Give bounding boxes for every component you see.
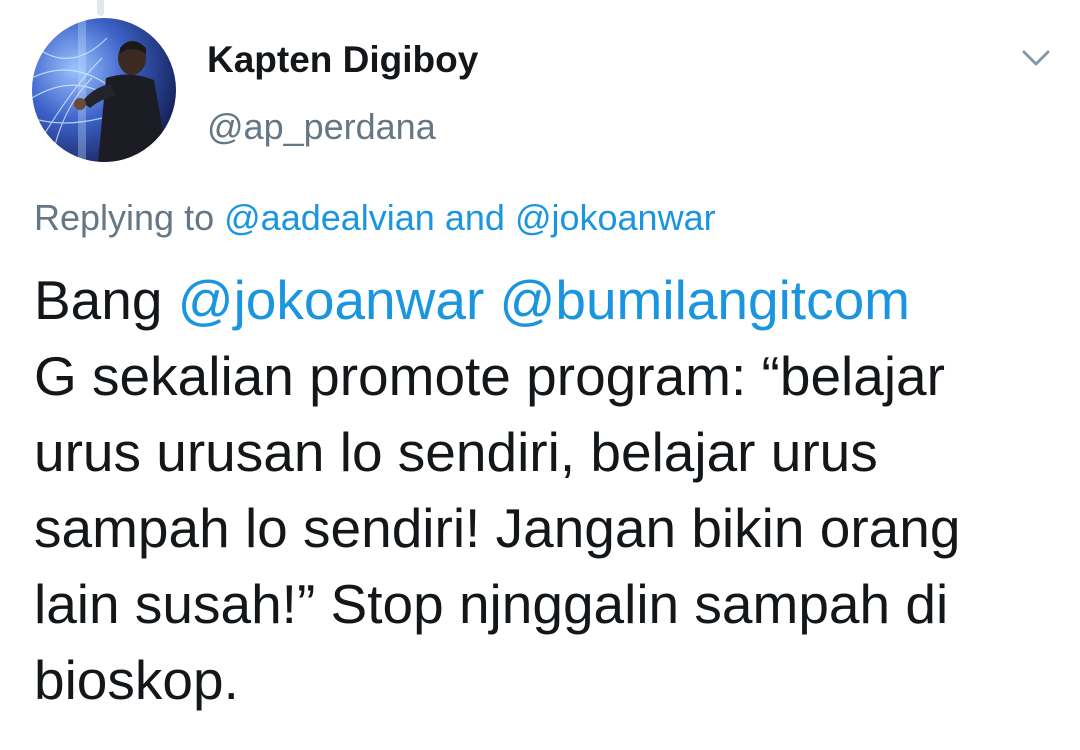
avatar-photo-icon xyxy=(32,18,176,162)
tweet-line-4: sampah lo sendiri! Jangan bikin orang xyxy=(34,497,961,559)
replying-to-line: Replying to @aadealvian and @jokoanwar xyxy=(34,196,716,240)
tweet-mention-bumilangitcom[interactable]: @bumilangitcom xyxy=(500,269,910,331)
author-display-name[interactable]: Kapten Digiboy xyxy=(207,38,478,82)
chevron-down-icon[interactable] xyxy=(1015,42,1057,74)
reply-mention-aadealvian[interactable]: @aadealvian xyxy=(224,197,435,238)
thread-connector-line xyxy=(97,0,104,16)
tweet-mention-jokoanwar[interactable]: @jokoanwar xyxy=(178,269,485,331)
tweet-line-5: lain susah!” Stop njnggalin sampah di xyxy=(34,573,949,635)
tweet-line-2: G sekalian promote program: “belajar xyxy=(34,345,945,407)
author-handle[interactable]: @ap_perdana xyxy=(207,106,436,148)
avatar[interactable] xyxy=(32,18,176,162)
tweet-word-bang: Bang xyxy=(34,269,163,331)
tweet-line-6: bioskop. xyxy=(34,649,239,711)
tweet-line-3: urus urusan lo sendiri, belajar urus xyxy=(34,421,878,483)
reply-mention-jokoanwar[interactable]: @jokoanwar xyxy=(515,197,716,238)
tweet-line-1: Bang @jokoanwar @bumilangitcom xyxy=(34,262,1064,338)
replying-to-label: Replying to xyxy=(34,197,215,238)
reply-joiner[interactable]: and xyxy=(445,197,505,238)
tweet-text: Bang @jokoanwar @bumilangitcom G sekalia… xyxy=(34,262,1064,718)
